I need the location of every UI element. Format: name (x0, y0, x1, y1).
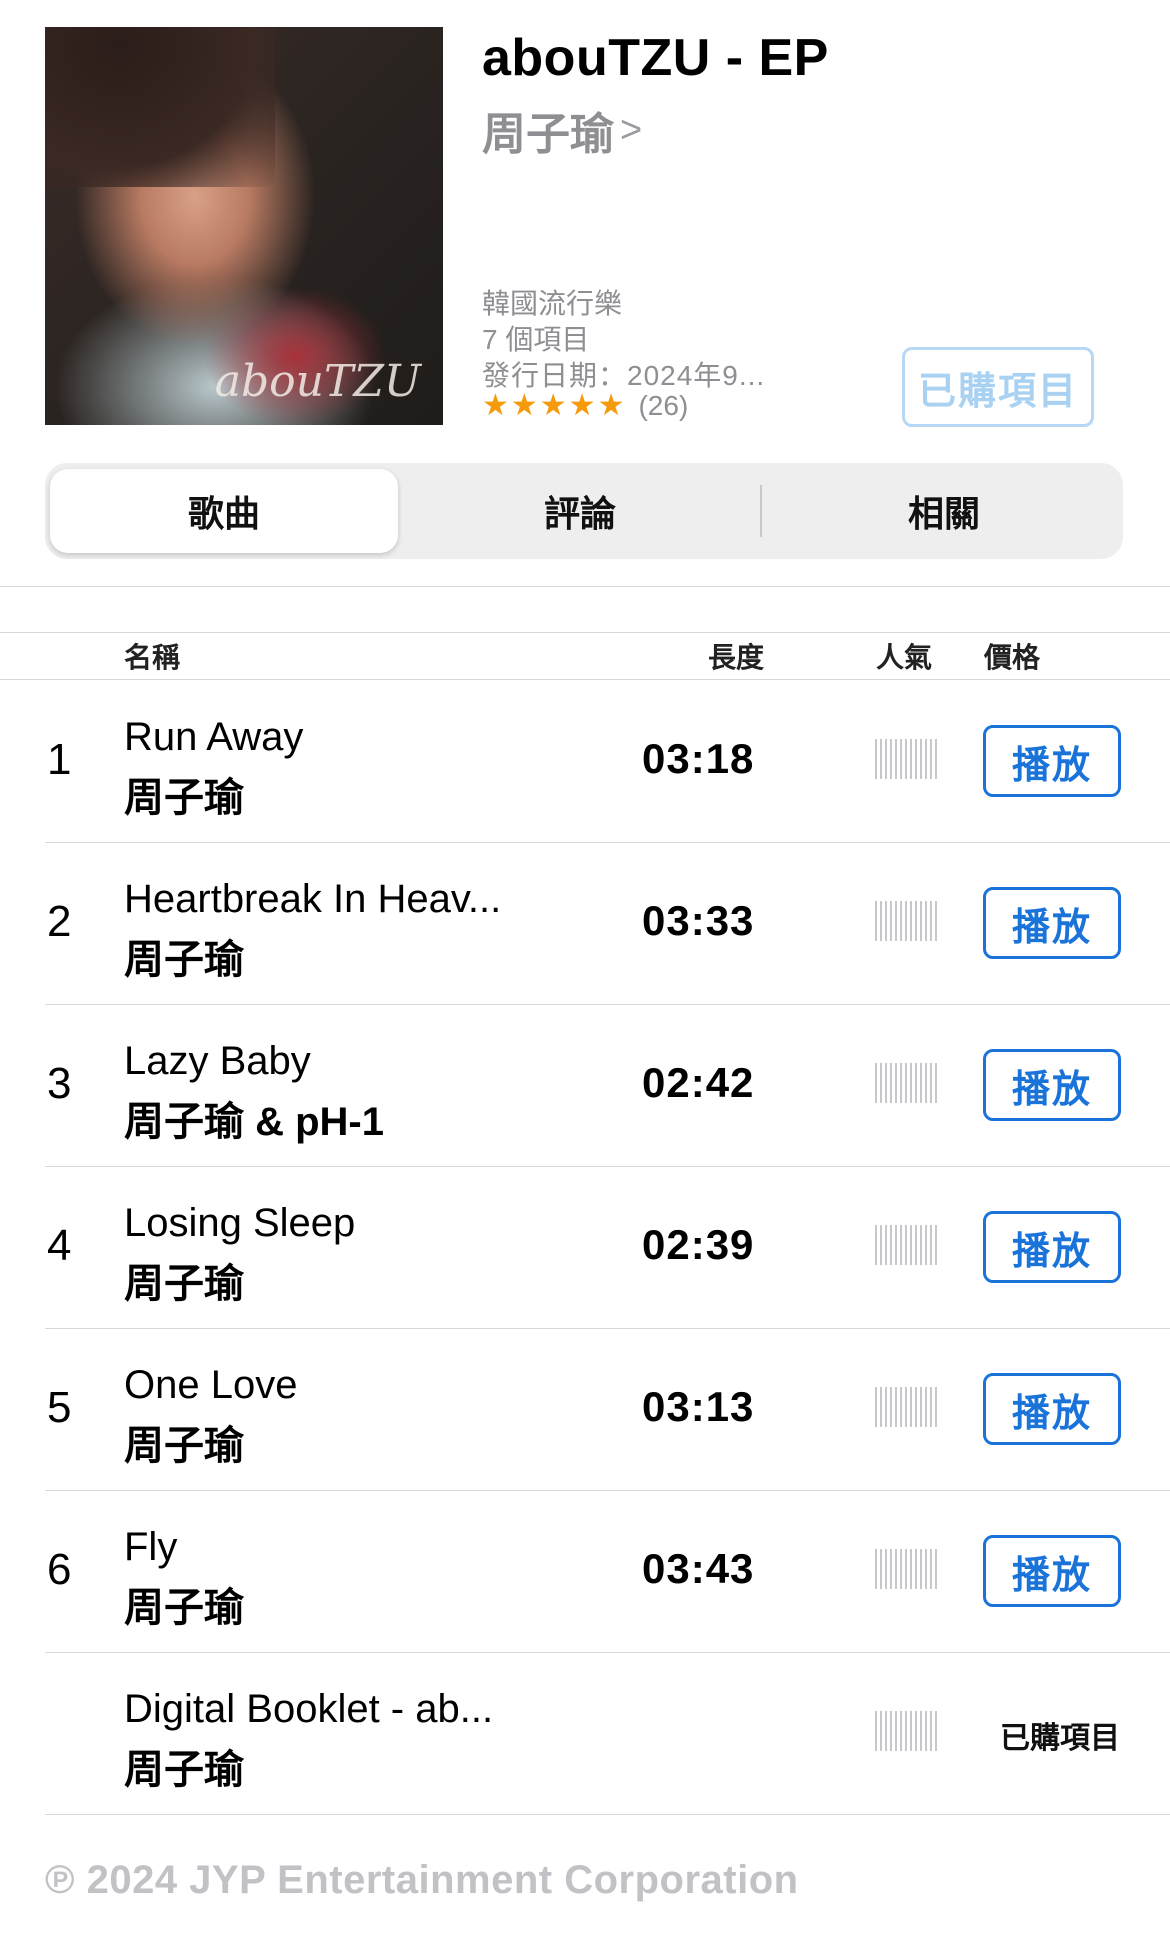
column-header-name[interactable]: 名稱 (124, 636, 180, 676)
track-artist: 周子瑜 (124, 938, 244, 982)
popularity-bar (875, 1711, 939, 1751)
track-artist: 周子瑜 & pH-1 (124, 1100, 384, 1144)
track-duration: 03:33 (642, 897, 755, 944)
row-divider (45, 1814, 1170, 1815)
popularity-bar (875, 1387, 939, 1427)
play-button[interactable]: 播放 (983, 887, 1121, 959)
column-header-popularity[interactable]: 人氣 (876, 636, 932, 676)
track-number: 4 (47, 1221, 72, 1270)
track-row[interactable]: 1 Run Away 周子瑜 03:18 播放 (0, 681, 1170, 843)
artist-link[interactable]: 周子瑜 > (482, 98, 642, 162)
copyright-text: ℗ 2024 JYP Entertainment Corporation (45, 1858, 799, 1902)
cover-hair-shape (45, 27, 275, 187)
track-row[interactable]: 2 Heartbreak In Heav... 周子瑜 03:33 播放 (0, 843, 1170, 1005)
play-button[interactable]: 播放 (983, 1373, 1121, 1445)
artist-name: 周子瑜 (482, 110, 614, 159)
track-row[interactable]: 3 Lazy Baby 周子瑜 & pH-1 02:42 播放 (0, 1005, 1170, 1167)
track-title: Fly (124, 1525, 178, 1569)
track-row[interactable]: Digital Booklet - ab... 周子瑜 已購項目 (0, 1653, 1170, 1815)
popularity-bar (875, 901, 939, 941)
segmented-control: 歌曲 評論 相關 (45, 463, 1123, 559)
column-header-price[interactable]: 價格 (984, 636, 1040, 676)
play-button[interactable]: 播放 (983, 1211, 1121, 1283)
tab-reviews[interactable]: 評論 (405, 463, 755, 559)
album-genre: 韓國流行樂 (482, 288, 623, 319)
track-number: 1 (47, 735, 72, 784)
popularity-bar (875, 1225, 939, 1265)
track-title: Losing Sleep (124, 1201, 356, 1245)
track-artist: 周子瑜 (124, 1586, 244, 1630)
track-title: Heartbreak In Heav... (124, 877, 502, 921)
track-artist: 周子瑜 (124, 1262, 244, 1306)
track-number: 3 (47, 1059, 72, 1108)
track-number: 2 (47, 897, 72, 946)
track-number: 5 (47, 1383, 72, 1432)
purchased-label: 已購項目 (1000, 1722, 1120, 1755)
track-row[interactable]: 6 Fly 周子瑜 03:43 播放 (0, 1491, 1170, 1653)
track-title: Run Away (124, 715, 304, 759)
track-artist: 周子瑜 (124, 1748, 244, 1792)
track-title: Lazy Baby (124, 1039, 311, 1083)
track-duration: 02:42 (642, 1059, 755, 1106)
divider (0, 632, 1170, 633)
popularity-bar (875, 1063, 939, 1103)
tab-related[interactable]: 相關 (765, 463, 1123, 559)
track-row[interactable]: 5 One Love 周子瑜 03:13 播放 (0, 1329, 1170, 1491)
divider (0, 586, 1170, 587)
rating-count: (26) (638, 389, 689, 421)
track-duration: 03:43 (642, 1545, 755, 1592)
track-row[interactable]: 4 Losing Sleep 周子瑜 02:39 播放 (0, 1167, 1170, 1329)
album-cover: abouTZU (45, 27, 443, 425)
column-header-length[interactable]: 長度 (708, 636, 764, 676)
track-title: Digital Booklet - ab... (124, 1687, 494, 1731)
star-rating-icon: ★★★★★ (482, 389, 627, 422)
album-item-count: 7 個項目 (482, 324, 590, 355)
play-button[interactable]: 播放 (983, 1535, 1121, 1607)
track-artist: 周子瑜 (124, 776, 244, 820)
tab-songs[interactable]: 歌曲 (50, 469, 398, 553)
track-title: One Love (124, 1363, 298, 1407)
segment-divider (760, 485, 762, 537)
album-rating: ★★★★★ (26) (482, 388, 688, 423)
album-title: abouTZU - EP (482, 29, 829, 87)
track-duration: 03:18 (642, 735, 755, 782)
play-button[interactable]: 播放 (983, 1049, 1121, 1121)
cover-signature: abouTZU (214, 356, 421, 407)
track-number: 6 (47, 1545, 72, 1594)
track-duration: 03:13 (642, 1383, 755, 1430)
track-duration: 02:39 (642, 1221, 755, 1268)
purchased-button[interactable]: 已購項目 (902, 347, 1094, 427)
chevron-right-icon: > (620, 108, 643, 151)
play-button[interactable]: 播放 (983, 725, 1121, 797)
popularity-bar (875, 1549, 939, 1589)
popularity-bar (875, 739, 939, 779)
divider (0, 679, 1170, 680)
track-artist: 周子瑜 (124, 1424, 244, 1468)
